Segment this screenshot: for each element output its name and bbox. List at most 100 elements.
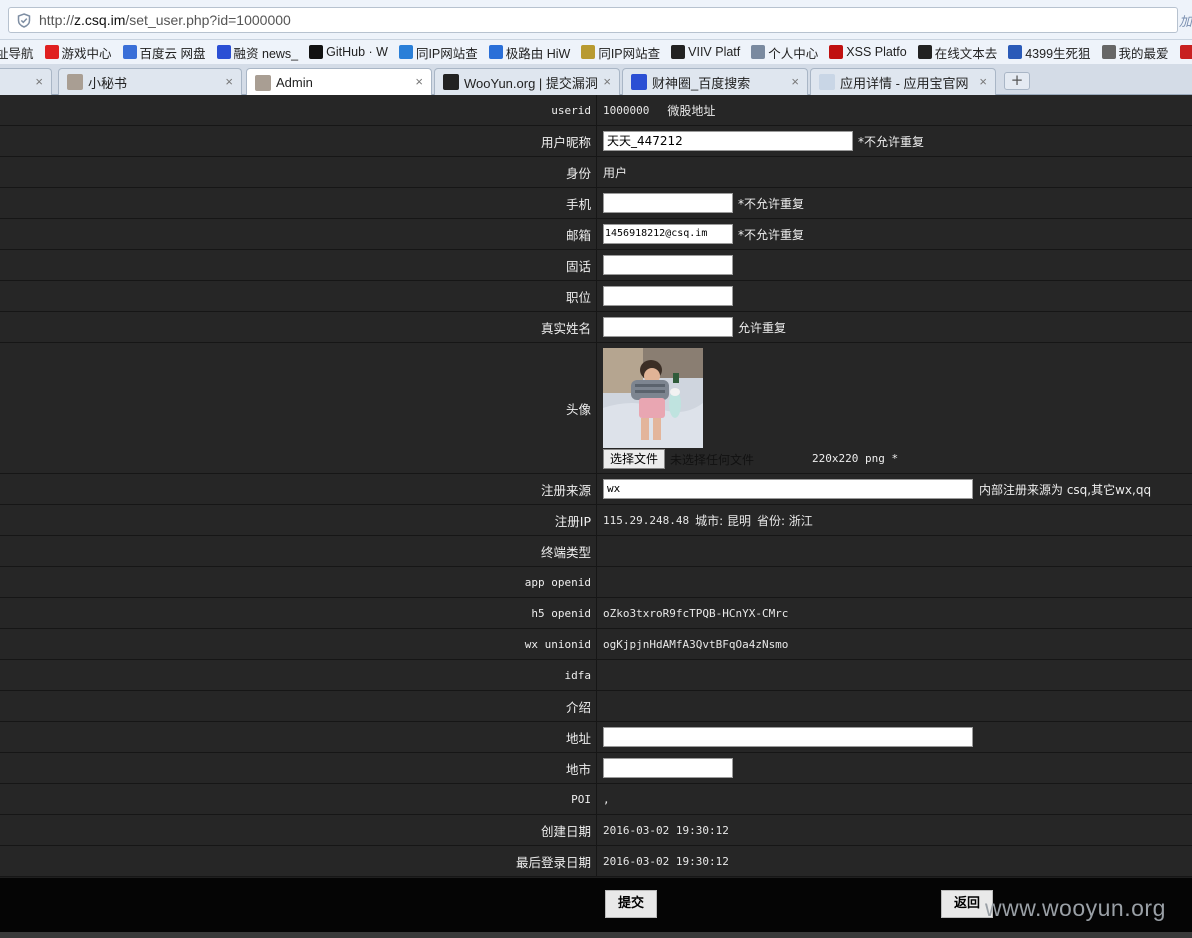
bookmark-item[interactable]: GitHub · W <box>309 45 388 59</box>
bookmark-item[interactable]: 极路由 HiW <box>488 43 570 62</box>
realname-input[interactable] <box>603 317 733 337</box>
avatar-label: 头像 <box>0 343 597 473</box>
email-note: *不允许重复 <box>738 227 805 242</box>
game-icon <box>44 45 59 59</box>
row-intro: 介绍 <box>0 691 1192 722</box>
page-icon <box>751 45 766 59</box>
row-h5-openid: h5 openid oZko3txroR9fcTPQB-HCnYX-CMrc <box>0 598 1192 629</box>
bookmark-item[interactable]: VIIV Platf <box>671 45 740 59</box>
row-avatar: 头像 选择文件 未选择任何文件 220x220 png * <box>0 343 1192 474</box>
choose-file-button[interactable]: 选择文件 <box>603 449 666 469</box>
row-email: 邮箱 1456918212@csq.im *不允许重复 <box>0 219 1192 250</box>
grid-icon <box>1008 45 1023 59</box>
tab-2[interactable]: Admin × <box>246 68 432 96</box>
intro-label: 介绍 <box>0 691 597 721</box>
bookmark-item[interactable]: 址导航 <box>0 43 34 62</box>
reg-ip-value: 115.29.248.48 <box>603 513 690 527</box>
row-reg-source: 注册来源 wx 内部注册来源为 csq,其它wx,qq <box>0 474 1192 505</box>
paw-icon <box>631 74 647 90</box>
url-input[interactable]: http://z.csq.im/set_user.php?id=1000000 <box>8 7 1178 33</box>
bookmark-item[interactable]: 同IP网站查 <box>398 43 478 62</box>
phone-label: 固话 <box>0 250 597 280</box>
tab-4[interactable]: 财神圈_百度搜索 × <box>622 68 808 95</box>
router-icon <box>488 45 503 59</box>
cloud-icon <box>122 45 137 59</box>
position-input[interactable] <box>603 286 733 306</box>
apps-icon <box>1101 45 1116 59</box>
bookmark-item[interactable] <box>1179 45 1192 59</box>
identity-label: 身份 <box>0 157 597 187</box>
nickname-note: *不允许重复 <box>858 134 925 149</box>
row-address: 地址 <box>0 722 1192 753</box>
bookmark-item[interactable]: 百度云 网盘 <box>122 43 206 62</box>
bookmark-label: 同IP网站查 <box>415 46 478 61</box>
idfa-label: idfa <box>0 660 597 690</box>
bookmark-item[interactable]: XSS Platfo <box>829 45 907 59</box>
region-input[interactable] <box>603 758 733 778</box>
submit-button[interactable]: 提交 <box>605 890 658 918</box>
url-right-text: 加 <box>1178 14 1192 29</box>
tab-3[interactable]: WooYun.org | 提交漏洞 × <box>434 68 620 95</box>
close-icon[interactable]: × <box>979 74 987 89</box>
avatar-spec: 220x220 png * <box>812 452 899 465</box>
created-value: 2016-03-02 19:30:12 <box>603 823 729 837</box>
identity-value: 用户 <box>603 165 628 180</box>
phone-input[interactable] <box>603 255 733 275</box>
nickname-label: 用户昵称 <box>0 126 597 156</box>
close-icon[interactable]: × <box>35 74 43 89</box>
close-icon[interactable]: × <box>603 74 611 89</box>
close-icon[interactable]: × <box>415 74 423 89</box>
paw-icon <box>216 45 231 59</box>
bottom-strip <box>0 932 1192 938</box>
address-label: 地址 <box>0 722 597 752</box>
reg-source-input[interactable]: wx <box>603 479 973 499</box>
close-icon[interactable]: × <box>225 74 233 89</box>
row-created: 创建日期 2016-03-02 19:30:12 <box>0 815 1192 846</box>
app-openid-label: app openid <box>0 567 597 597</box>
new-tab-button[interactable]: + <box>1004 72 1030 90</box>
tab-0[interactable]: × <box>0 68 52 95</box>
bookmark-label: 个人中心 <box>768 46 819 61</box>
phone-icon <box>398 45 413 59</box>
bookmark-label: VIIV Platf <box>688 45 741 59</box>
nickname-input[interactable]: 天天_447212 <box>603 131 853 151</box>
address-input[interactable] <box>603 727 973 747</box>
userid-label: userid <box>0 95 597 125</box>
bookmark-icon <box>581 45 596 59</box>
tab-1[interactable]: 小秘书 × <box>58 68 242 95</box>
mobile-input[interactable] <box>603 193 733 213</box>
position-label: 职位 <box>0 281 597 311</box>
region-label: 地市 <box>0 753 597 783</box>
last-login-value: 2016-03-02 19:30:12 <box>603 854 729 868</box>
user-edit-form: userid 1000000 微股地址 用户昵称 天天_447212 *不允许重… <box>0 95 1192 877</box>
bookmark-item[interactable]: 个人中心 <box>751 43 818 62</box>
bookmark-item[interactable]: 我的最爱 <box>1101 43 1169 62</box>
close-icon[interactable]: × <box>791 74 799 89</box>
poi-value: , <box>603 792 610 806</box>
bookmark-item[interactable]: 4399生死狙 <box>1008 43 1091 62</box>
tab-strip: 应用详情 - 应用宝官网 × 财神圈_百度搜索 × WooYun.org | 提交漏洞 ×… <box>0 64 1192 96</box>
bookmark-item[interactable]: 同IP网站查 <box>581 43 660 62</box>
bookmark-label: 在线文本去 <box>934 46 998 61</box>
weigu-address-link[interactable]: 微股地址 <box>667 102 715 119</box>
bookmark-item[interactable]: 游戏中心 <box>44 43 112 62</box>
code-icon <box>671 45 686 59</box>
bookmark-label: 同IP网站查 <box>598 46 661 61</box>
reg-city: 城市: 昆明 <box>695 513 751 528</box>
bookmark-item[interactable]: 在线文本去 <box>917 43 998 62</box>
bookmark-label: 我的最爱 <box>1118 46 1169 61</box>
row-position: 职位 <box>0 281 1192 312</box>
bookmark-label: XSS Platfo <box>846 45 907 59</box>
row-last-login: 最后登录日期 2016-03-02 19:30:12 <box>0 846 1192 877</box>
email-input[interactable]: 1456918212@csq.im <box>603 224 733 244</box>
realname-note: 允许重复 <box>738 320 787 335</box>
reg-source-label: 注册来源 <box>0 474 597 504</box>
row-userid: userid 1000000 微股地址 <box>0 95 1192 126</box>
text-icon <box>917 45 932 59</box>
bookmark-item[interactable]: 融资 news_ <box>216 43 298 62</box>
email-label: 邮箱 <box>0 219 597 249</box>
page-icon <box>819 74 835 90</box>
row-wx-unionid: wx unionid ogKjpjnHdAMfA3QvtBFqOa4zNsmo <box>0 629 1192 660</box>
bookmark-label: 百度云 网盘 <box>139 46 206 61</box>
tab-5[interactable]: 应用详情 - 应用宝官网 × <box>810 68 996 95</box>
